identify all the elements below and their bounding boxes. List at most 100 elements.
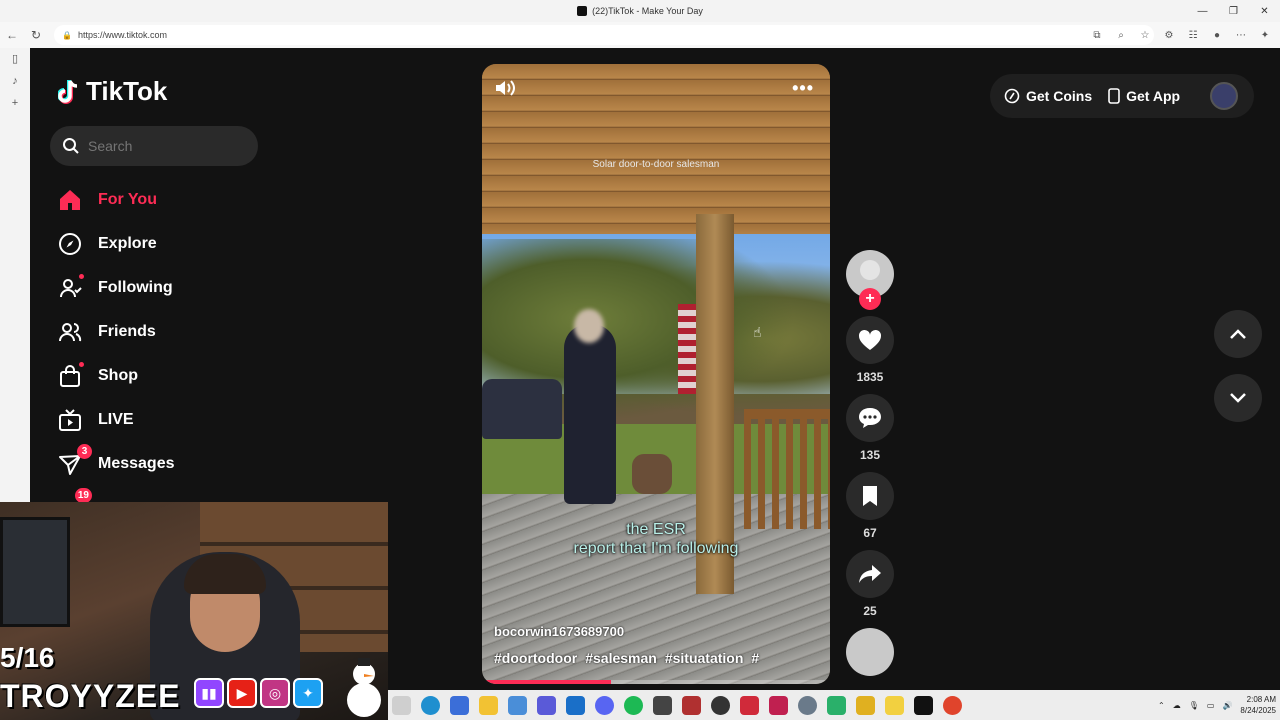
spotify-icon[interactable]: [624, 695, 643, 715]
network-icon[interactable]: ☁: [1173, 701, 1181, 710]
store-icon[interactable]: [508, 695, 527, 715]
video-frame-blurred-face: [574, 309, 604, 343]
mic-icon[interactable]: 🎙: [1189, 701, 1199, 710]
sidebar-item-explore[interactable]: Explore: [58, 222, 175, 266]
previous-video-button[interactable]: [1214, 310, 1262, 358]
speaker-icon[interactable]: 🔊: [1222, 701, 1232, 710]
coin-icon: [1004, 88, 1020, 104]
app-icon-red[interactable]: [682, 695, 701, 715]
get-app-button[interactable]: Get App: [1108, 88, 1180, 104]
logo-text: TikTok: [86, 76, 168, 106]
url-field[interactable]: 🔒 https://www.tiktok.com: [54, 25, 1154, 45]
sidebar-item-shop[interactable]: Shop: [58, 354, 175, 398]
settings-icon[interactable]: [798, 695, 817, 715]
minimize-button[interactable]: —: [1187, 0, 1218, 22]
app-icon-pen[interactable]: [537, 695, 556, 715]
clock-time: 2:08 AM: [1246, 695, 1276, 704]
copilot-icon[interactable]: ✦: [1256, 25, 1274, 45]
hashtag-link[interactable]: #salesman: [585, 650, 657, 666]
system-tray: ⌃ ☁ 🎙 ▭ 🔊 2:08 AM 8/24/2025: [1158, 690, 1276, 720]
refresh-icon[interactable]: ↻: [24, 23, 48, 47]
like-count: 1835: [856, 370, 884, 384]
twitter-icon: ✦: [293, 678, 323, 708]
app-icon-v[interactable]: [769, 695, 788, 715]
video-username[interactable]: bocorwin1673689700: [494, 624, 624, 639]
sticky-notes-icon[interactable]: [885, 695, 904, 715]
sound-avatar[interactable]: [846, 628, 894, 676]
streamer-name: TROYYZEE: [0, 678, 181, 714]
profile-icon[interactable]: ●: [1208, 25, 1226, 45]
sidebar-item-label: LIVE: [98, 411, 134, 428]
volume-icon[interactable]: [494, 78, 520, 98]
app-icon-blue[interactable]: [450, 695, 469, 715]
new-tab-icon[interactable]: +: [0, 92, 30, 114]
more-menu-icon[interactable]: ⋯: [1232, 25, 1250, 45]
messages-icon: 3: [58, 444, 92, 476]
file-explorer-icon[interactable]: [479, 695, 498, 715]
hashtag-link[interactable]: #situatation: [665, 650, 744, 666]
sidebar-item-label: Shop: [98, 367, 138, 384]
following-icon: [58, 274, 84, 300]
chrome-icon[interactable]: [943, 695, 962, 715]
mouse-cursor-icon: ☝: [753, 324, 762, 340]
edge-browser-icon[interactable]: [421, 695, 440, 715]
sidebar-item-following[interactable]: Following: [58, 266, 175, 310]
video-player[interactable]: ••• Solar door-to-door salesman the ESR …: [482, 64, 830, 684]
sidebar-item-live[interactable]: LIVE: [58, 398, 175, 442]
tiktok-logo[interactable]: TikTok: [57, 76, 168, 107]
app-icon-red-2[interactable]: [740, 695, 759, 715]
taskbar-apps: [392, 695, 962, 715]
tray-overflow-icon[interactable]: ⌃: [1158, 701, 1165, 710]
app-icon-grid[interactable]: [653, 695, 672, 715]
instagram-icon: ◎: [260, 678, 290, 708]
close-window-button[interactable]: ✕: [1249, 0, 1280, 22]
app-icon-yellow[interactable]: [856, 695, 875, 715]
tab-actions-icon[interactable]: ▯: [0, 48, 30, 70]
save-button[interactable]: [846, 472, 894, 520]
user-avatar[interactable]: [1210, 82, 1238, 110]
video-progress-bar[interactable]: [482, 680, 830, 684]
zoom-icon[interactable]: ⌕: [1112, 25, 1130, 45]
stream-counter: 5/16: [0, 642, 55, 673]
app-icon-green[interactable]: [827, 695, 846, 715]
favorite-star-icon[interactable]: ☆: [1136, 25, 1154, 45]
sidebar-item-label: Messages: [98, 455, 175, 472]
browser-titlebar: (22)TikTok - Make Your Day — ❐ ✕: [0, 0, 1280, 22]
subtitle-line-1: the ESR: [626, 521, 686, 538]
comment-icon: [859, 408, 881, 428]
video-progress-fill: [482, 680, 611, 684]
task-view-icon[interactable]: [392, 695, 411, 715]
open-app-icon[interactable]: ⧉: [1088, 25, 1106, 45]
obs-icon[interactable]: [711, 695, 730, 715]
browser-toolbar-icons: ⧉ ⌕ ☆ ⚙ ☷ ● ⋯ ✦: [1088, 25, 1274, 45]
share-button[interactable]: [846, 550, 894, 598]
get-coins-button[interactable]: Get Coins: [1004, 88, 1092, 104]
sidebar-item-friends[interactable]: Friends: [58, 310, 175, 354]
discord-icon[interactable]: [595, 695, 614, 715]
next-video-button[interactable]: [1214, 374, 1262, 422]
collections-icon[interactable]: ☷: [1184, 25, 1202, 45]
sidebar-item-for-you[interactable]: For You: [58, 178, 175, 222]
tiktok-app-icon[interactable]: [914, 695, 933, 715]
restore-button[interactable]: ❐: [1218, 0, 1249, 22]
sidebar-nav: For You Explore Following Friends Shop L…: [58, 178, 175, 530]
video-overlay-title: Solar door-to-door salesman: [592, 159, 720, 170]
video-more-options-icon[interactable]: •••: [792, 78, 814, 99]
clock[interactable]: 2:08 AM 8/24/2025: [1240, 694, 1276, 716]
comment-button[interactable]: [846, 394, 894, 442]
tiktok-tab-icon[interactable]: ♪: [0, 70, 30, 92]
search-box[interactable]: [50, 126, 258, 166]
follow-plus-button[interactable]: +: [859, 288, 881, 310]
save-count: 67: [863, 526, 877, 540]
video-frame-railing: [744, 409, 830, 529]
sidebar-item-messages[interactable]: 3 Messages: [58, 442, 175, 486]
like-button[interactable]: [846, 316, 894, 364]
youtube-icon: ▶: [227, 678, 257, 708]
extensions-icon[interactable]: ⚙: [1160, 25, 1178, 45]
outlook-icon[interactable]: [566, 695, 585, 715]
search-input[interactable]: [88, 138, 238, 154]
hashtag-link[interactable]: #doortodoor: [494, 650, 577, 666]
back-icon[interactable]: ←: [0, 23, 24, 47]
display-icon[interactable]: ▭: [1207, 701, 1215, 710]
hashtag-link[interactable]: #: [751, 650, 759, 666]
